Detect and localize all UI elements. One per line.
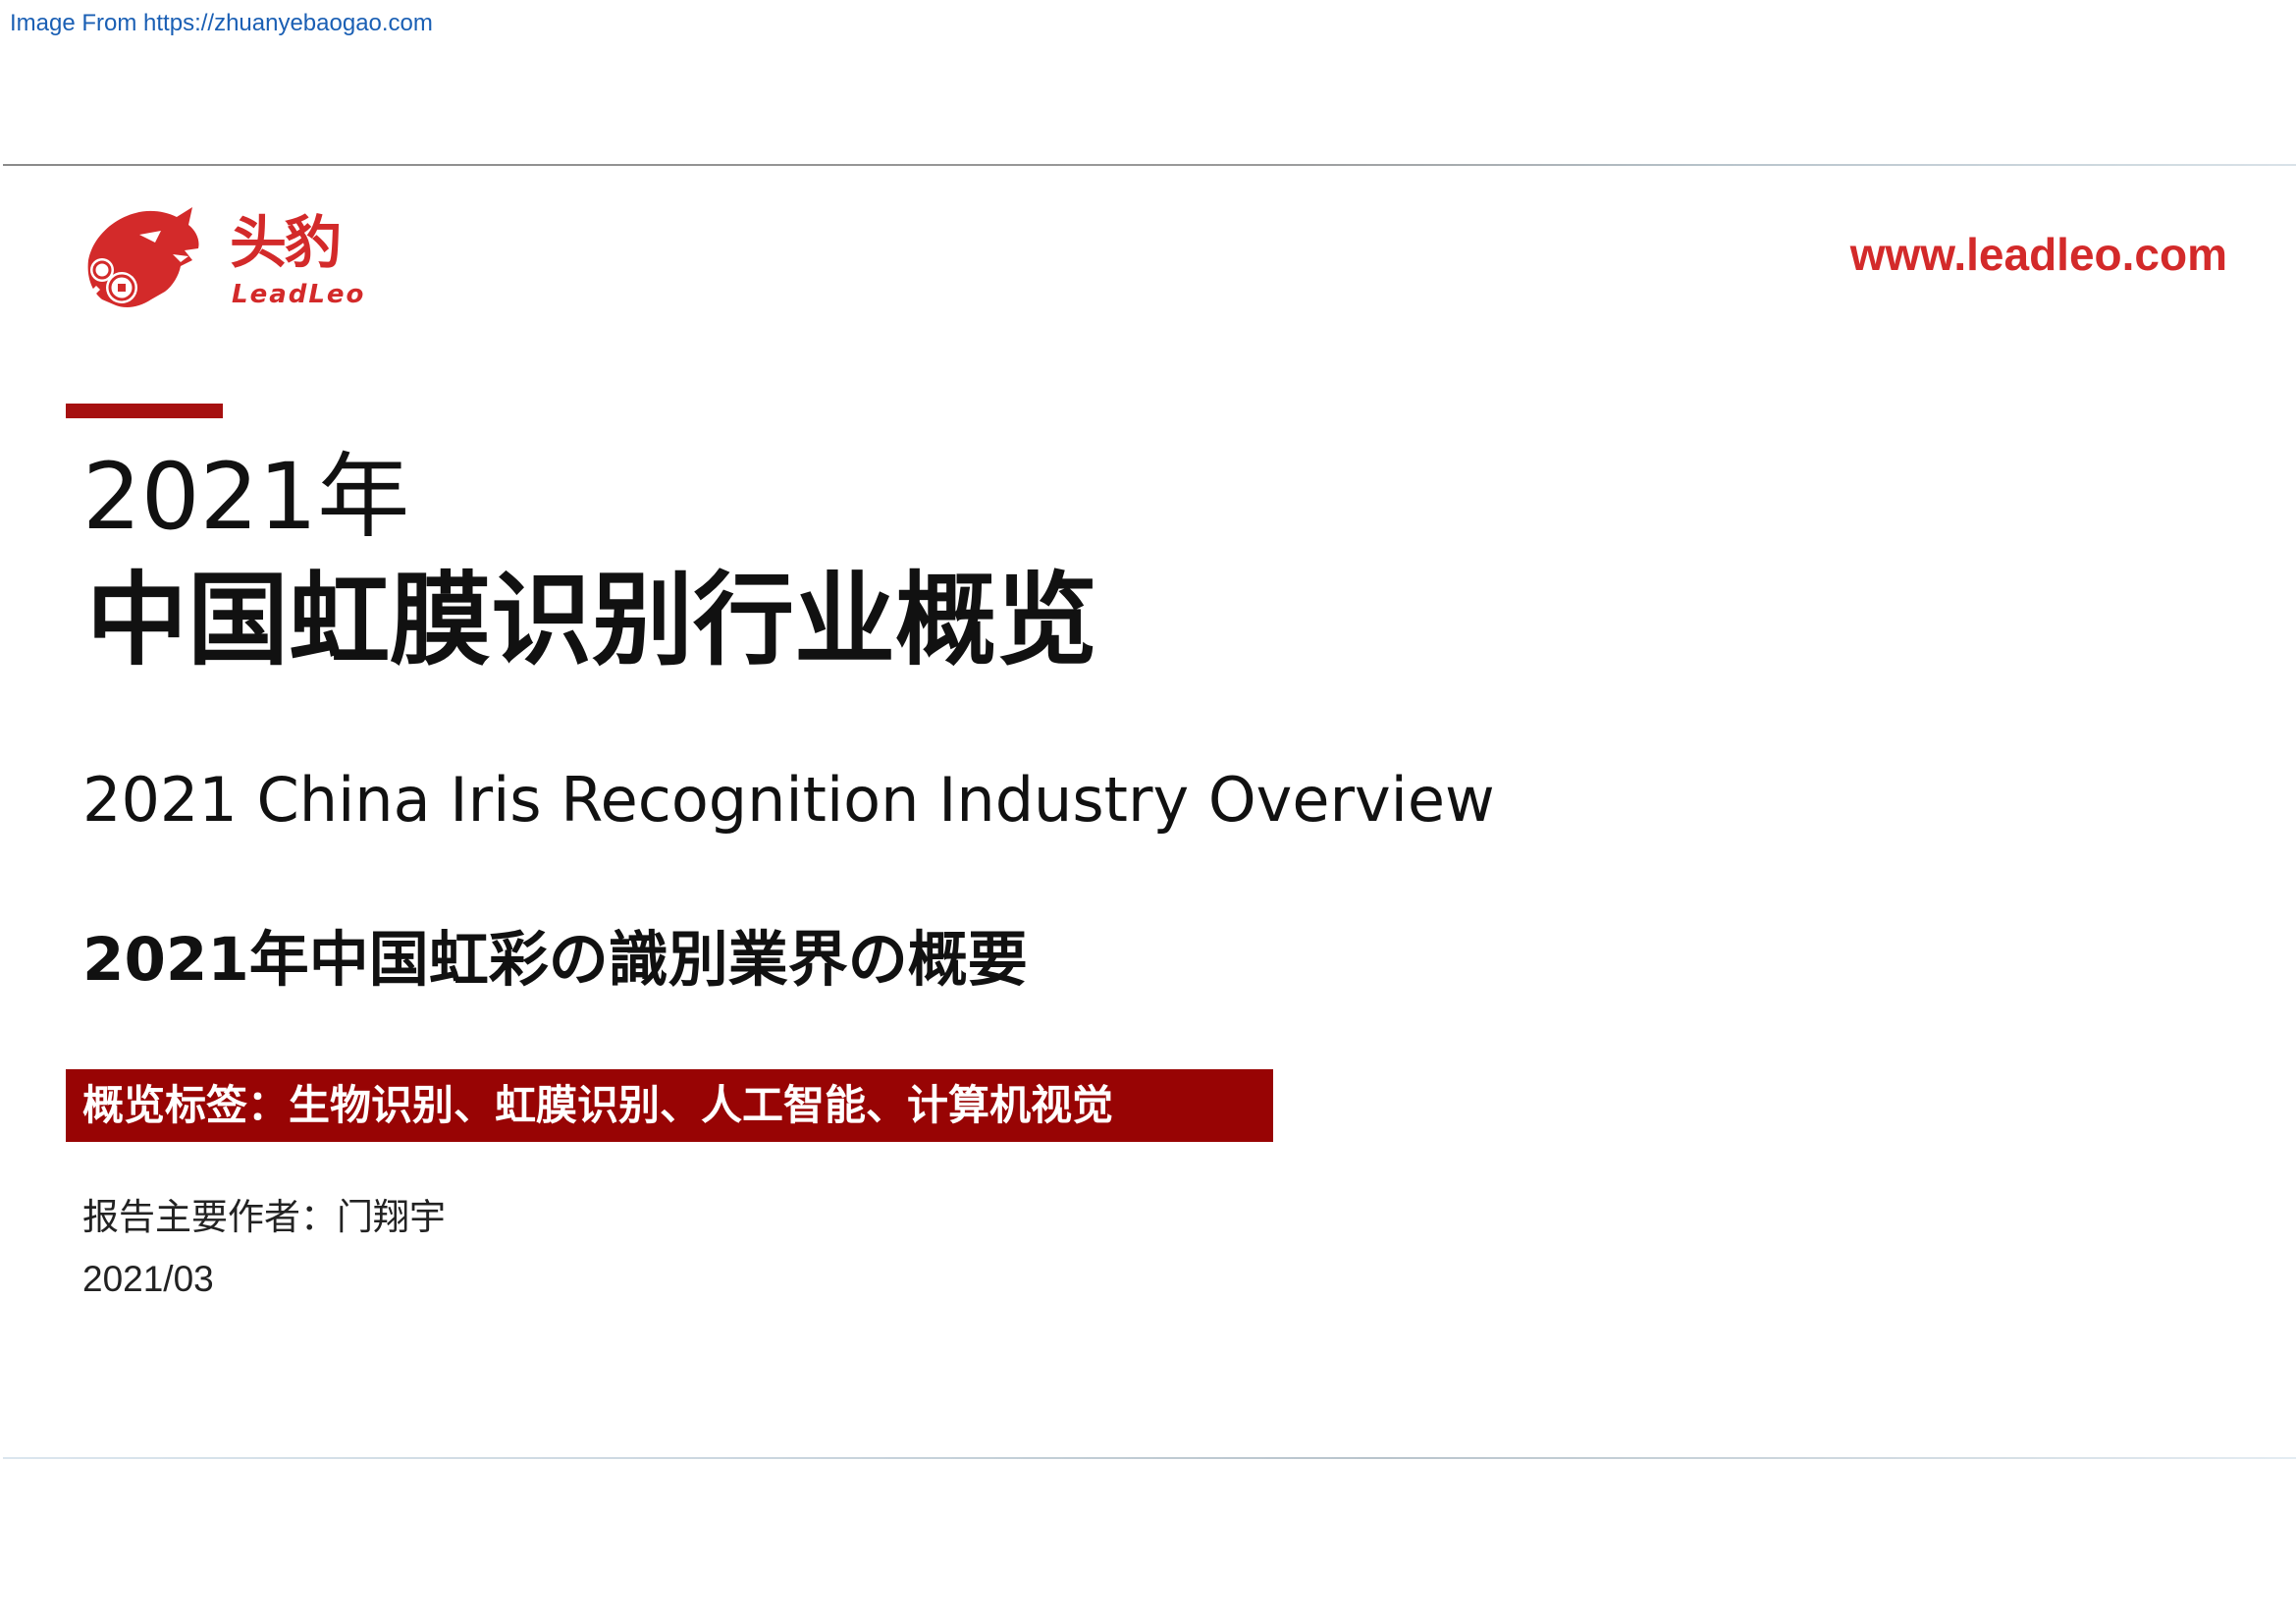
leopard-logo-icon	[87, 207, 199, 307]
title-year: 2021年	[82, 444, 410, 551]
english-subtitle: 2021 China Iris Recognition Industry Ove…	[82, 764, 1495, 836]
logo-english-text: LeadLeo	[232, 280, 366, 309]
author-line: 报告主要作者：门翔宇	[82, 1196, 446, 1238]
page-title: 中国虹膜识别行业概览	[86, 562, 1097, 679]
logo-chinese-text: 头豹	[230, 209, 342, 276]
website-url[interactable]: www.leadleo.com	[1850, 228, 2227, 281]
source-link[interactable]: Image From https://zhuanyebaogao.com	[10, 10, 433, 37]
leadleo-logo: 头豹 LeadLeo	[82, 201, 377, 319]
report-date: 2021/03	[82, 1259, 214, 1299]
top-divider	[3, 164, 2296, 166]
tags-banner-text: 概览标签：生物识别、虹膜识别、人工智能、计算机视觉	[82, 1081, 1114, 1129]
bottom-divider	[3, 1457, 2296, 1459]
japanese-subtitle: 2021年中国虹彩の識別業界の概要	[82, 925, 1028, 995]
title-accent-bar	[66, 404, 223, 418]
